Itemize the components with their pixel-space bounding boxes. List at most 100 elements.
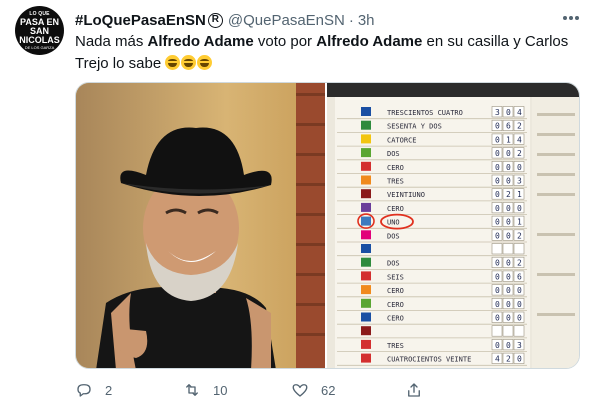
tweet-text-bold-1: Alfredo Adame <box>147 33 254 50</box>
ballot-digit: 0 <box>495 163 500 172</box>
user-handle[interactable]: @QuePasaEnSN <box>228 12 345 29</box>
ballot-digit-box <box>502 243 514 255</box>
ballot-digit: 0 <box>495 177 500 186</box>
tweet-text-part-1: Nada más <box>75 33 148 50</box>
ballot-vote-word: DOS <box>387 232 400 240</box>
party-logo <box>361 285 371 295</box>
ballot-digit: 0 <box>517 314 522 323</box>
ballot-digit: 0 <box>517 204 522 213</box>
ballot-vote-word: CATORCE <box>387 136 417 144</box>
ballot-digit: 0 <box>495 286 500 295</box>
ballot-digit: 0 <box>506 341 511 350</box>
like-button[interactable]: 62 <box>291 378 335 402</box>
party-logo <box>361 134 371 144</box>
ballot-digit: 6 <box>506 122 511 131</box>
ballot-digit: 0 <box>495 190 500 199</box>
display-name[interactable]: #LoQuePasaEnSN <box>75 12 206 29</box>
ballot-digit: 1 <box>506 135 511 144</box>
ballot-digit: 0 <box>495 218 500 227</box>
ballot-digit: 3 <box>495 108 500 117</box>
avatar-line-4: DE LOS GARZA <box>24 44 55 50</box>
ballot-digit: 0 <box>495 272 500 281</box>
tweet-text-part-2: voto por <box>253 33 317 50</box>
ballot-vote-word: CERO <box>387 301 404 309</box>
ballot-digit: 0 <box>506 177 511 186</box>
party-logo <box>361 353 371 363</box>
ballot-digit: 0 <box>495 122 500 131</box>
avatar-line-2: PASA EN SAN <box>19 16 59 36</box>
tweet-text: Nada más Alfredo Adame voto por Alfredo … <box>75 31 580 75</box>
ballot-digit: 0 <box>506 163 511 172</box>
avatar-line-1: LO QUE <box>29 10 50 17</box>
party-logo <box>361 257 371 267</box>
ballot-digit: 6 <box>517 272 522 281</box>
ballot-digit: 0 <box>506 272 511 281</box>
reply-icon <box>77 384 91 397</box>
photo-ballot-sheet[interactable]: TRESCIENTOS CUATRO 3 0 4 SESENTA Y DOS 0 6 2 CAT… <box>327 83 579 368</box>
ballot-vote-word: DOS <box>387 150 400 158</box>
ballot-digit: 0 <box>506 231 511 240</box>
tweet[interactable]: LO QUE PASA EN SAN NICOLAS DE LOS GARZA … <box>0 0 596 411</box>
party-logo <box>361 120 371 130</box>
ballot-digit: 0 <box>495 135 500 144</box>
ballot-vote-word: TRES <box>387 178 404 186</box>
ballot-digit: 1 <box>517 218 522 227</box>
ballot-digit: 0 <box>506 259 511 268</box>
party-logo <box>361 244 371 253</box>
ballot-vote-word: CERO <box>387 164 404 172</box>
ballot-digit: 0 <box>506 286 511 295</box>
media-grid: TRESCIENTOS CUATRO 3 0 4 SESENTA Y DOS 0 6 2 CAT… <box>75 82 580 369</box>
ballot-digit: 0 <box>517 286 522 295</box>
ballot-digit: 0 <box>495 300 500 309</box>
ballot-digit: 2 <box>517 259 522 268</box>
laughing-emoji-icon <box>197 55 213 70</box>
ballot-digit: 2 <box>517 149 522 158</box>
separator-dot: · <box>348 11 354 29</box>
tweet-header: #LoQuePasaEnSN R @QuePasaEnSN · 3h <box>75 10 576 30</box>
timestamp[interactable]: 3h <box>358 12 375 29</box>
ballot-vote-word: CERO <box>387 205 404 213</box>
ballot-vote-word: TRES <box>387 342 404 350</box>
tweet-actions: 2 10 62 <box>75 378 495 402</box>
ballot-digit: 0 <box>517 300 522 309</box>
reply-button[interactable]: 2 <box>75 378 112 402</box>
ballot-digit-box <box>513 243 525 255</box>
ballot-digit: 0 <box>506 149 511 158</box>
ballot-digit: 0 <box>517 163 522 172</box>
ballot-digit: 2 <box>506 355 511 364</box>
ballot-digit: 2 <box>506 190 511 199</box>
ballot-digit: 4 <box>517 108 522 117</box>
share-button[interactable] <box>405 378 435 402</box>
ballot-digit: 4 <box>495 355 500 364</box>
party-logo <box>361 230 371 240</box>
laughing-emoji-icon <box>165 55 181 70</box>
ballot-digit: 0 <box>506 108 511 117</box>
more-options-icon[interactable] <box>560 10 582 26</box>
avatar[interactable]: LO QUE PASA EN SAN NICOLAS DE LOS GARZA <box>15 6 64 55</box>
ballot-sheet-drawing: TRESCIENTOS CUATRO 3 0 4SESENTA Y DOS 0 6 2CAT… <box>327 83 579 368</box>
ballot-digit-box <box>502 325 514 337</box>
ballot-digit: 0 <box>506 314 511 323</box>
ballot-vote-word: CERO <box>387 287 404 295</box>
ballot-digit: 0 <box>495 314 500 323</box>
reply-count: 2 <box>105 382 113 398</box>
party-logo <box>361 148 371 158</box>
ballot-digit-box <box>491 243 503 255</box>
ballot-digit: 0 <box>506 204 511 213</box>
party-logo <box>361 161 371 171</box>
ballot-digit: 2 <box>517 231 522 240</box>
laughing-emoji-icon <box>181 55 197 70</box>
heart-icon <box>292 384 308 397</box>
ballot-digit: 2 <box>517 122 522 131</box>
retweet-icon <box>186 384 198 396</box>
ballot-digit: 0 <box>495 231 500 240</box>
party-logo <box>361 202 371 212</box>
retweet-count: 10 <box>213 382 228 398</box>
retweet-button[interactable]: 10 <box>183 378 227 402</box>
party-logo <box>361 298 371 308</box>
ballot-digit: 0 <box>495 149 500 158</box>
photo-man-in-cowboy-hat[interactable] <box>76 83 326 368</box>
share-icon <box>408 383 420 397</box>
ballot-vote-word: VEINTIUNO <box>387 191 425 199</box>
ballot-digit-box <box>491 325 503 337</box>
